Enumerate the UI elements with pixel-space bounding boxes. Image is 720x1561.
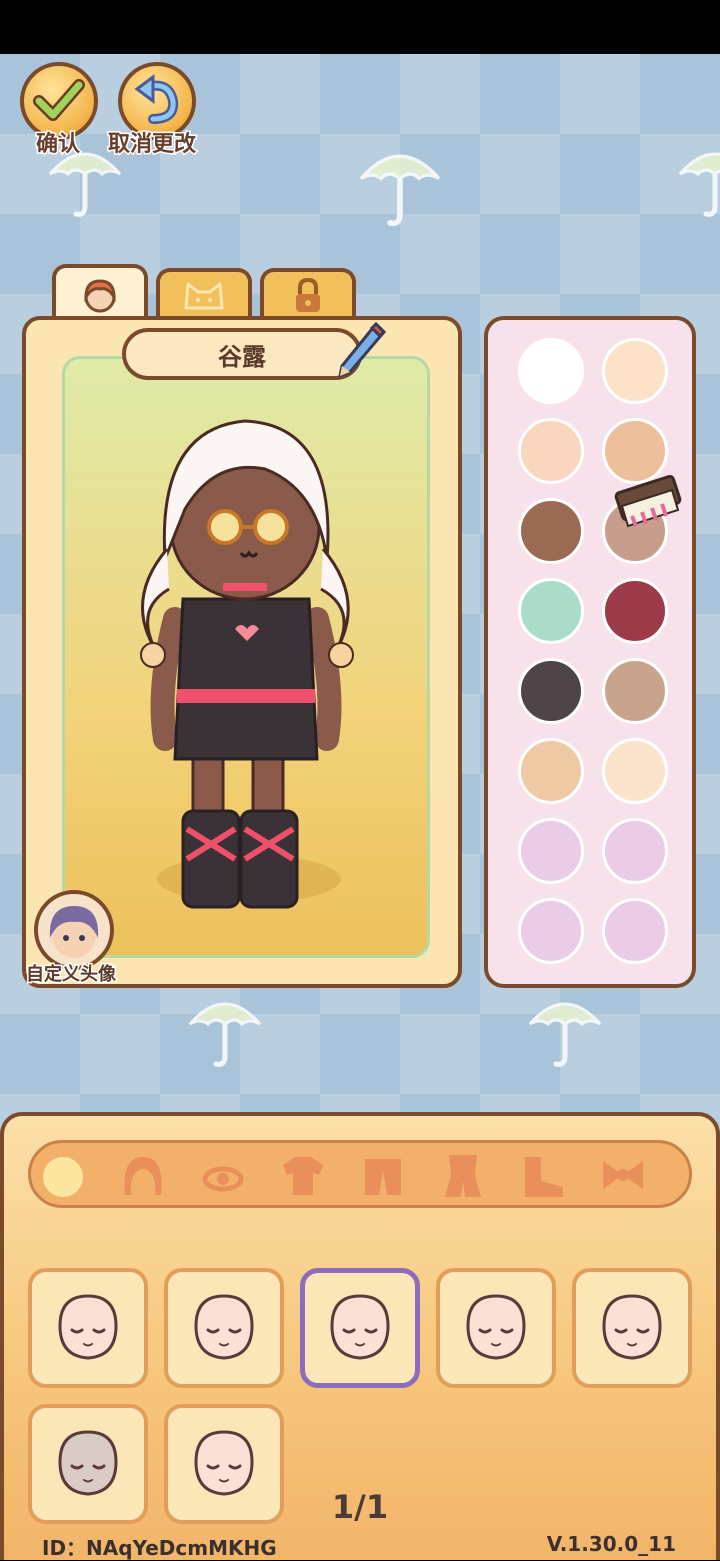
page-indicator: 1/1 <box>331 1488 389 1526</box>
cat-outfit[interactable] <box>435 1151 491 1199</box>
cat-top[interactable] <box>275 1151 331 1199</box>
color-swatch[interactable] <box>602 738 668 804</box>
color-swatch[interactable] <box>518 658 584 724</box>
cat-hair[interactable] <box>115 1151 171 1199</box>
outfit-icon <box>445 1155 481 1197</box>
hair-icon <box>124 1157 162 1195</box>
cat-icon <box>184 282 224 310</box>
umbrella-icon <box>188 1002 262 1067</box>
custom-avatar-button[interactable] <box>34 890 114 970</box>
color-swatch[interactable] <box>518 338 584 404</box>
face-icon <box>466 1294 526 1360</box>
shoe-icon <box>525 1157 563 1197</box>
face-option[interactable] <box>28 1268 148 1388</box>
game-background: 确认 取消更改 谷露 自定义头像 1/1 <box>0 54 720 1560</box>
lock-icon <box>296 277 320 312</box>
confirm-label: 确认 <box>34 131 81 159</box>
checkmark-icon <box>33 79 85 121</box>
face-icon <box>330 1294 390 1360</box>
coat-icon <box>365 1159 401 1195</box>
pencil-edit-icon[interactable] <box>332 320 388 384</box>
avatar-icon <box>49 906 99 958</box>
color-swatch[interactable] <box>518 578 584 644</box>
color-swatch[interactable] <box>518 738 584 804</box>
undo-icon <box>134 74 179 124</box>
paint-brush-icon <box>614 474 682 528</box>
category-bar <box>28 1140 692 1208</box>
skin-color-palette <box>484 316 696 988</box>
face-icon <box>194 1294 254 1360</box>
pet-tab[interactable] <box>156 268 252 320</box>
character-tab[interactable] <box>52 264 148 322</box>
face-option[interactable] <box>436 1268 556 1388</box>
face-icon <box>43 1157 83 1197</box>
color-swatch[interactable] <box>518 498 584 564</box>
locked-tab[interactable] <box>260 268 356 320</box>
cat-face[interactable] <box>35 1151 91 1199</box>
cancel-changes-label: 取消更改 <box>106 131 197 159</box>
color-swatch[interactable] <box>518 898 584 964</box>
color-swatch[interactable] <box>518 418 584 484</box>
person-icon <box>84 279 116 313</box>
character-panel: 谷露 自定义头像 <box>22 316 462 988</box>
cat-shoes[interactable] <box>515 1151 571 1199</box>
cat-eyes[interactable] <box>195 1151 251 1199</box>
color-swatch[interactable] <box>602 658 668 724</box>
umbrella-icon <box>678 152 720 217</box>
character-preview <box>62 356 430 958</box>
face-option[interactable] <box>300 1268 420 1388</box>
color-swatch[interactable] <box>602 898 668 964</box>
color-swatch[interactable] <box>602 818 668 884</box>
character-name-field[interactable]: 谷露 <box>122 328 362 380</box>
character-figure <box>140 419 354 909</box>
face-icon <box>602 1294 662 1360</box>
face-icon <box>58 1294 118 1360</box>
cat-accessory[interactable] <box>595 1151 651 1199</box>
shirt-icon <box>283 1157 323 1195</box>
eye-icon <box>202 1166 244 1192</box>
umbrella-icon <box>528 1002 602 1067</box>
version-label: V.1.30.0_11 <box>546 1532 676 1556</box>
umbrella-icon <box>359 154 441 227</box>
character-name: 谷露 <box>218 342 266 371</box>
color-swatch[interactable] <box>602 338 668 404</box>
user-id: ID：NAqYeDcmMKHG <box>42 1536 277 1560</box>
face-option[interactable] <box>572 1268 692 1388</box>
color-swatch[interactable] <box>518 818 584 884</box>
color-swatch[interactable] <box>602 578 668 644</box>
bow-icon <box>603 1161 643 1189</box>
custom-avatar-label: 自定义头像 <box>25 963 118 987</box>
face-option[interactable] <box>164 1268 284 1388</box>
cat-coat[interactable] <box>355 1151 411 1199</box>
